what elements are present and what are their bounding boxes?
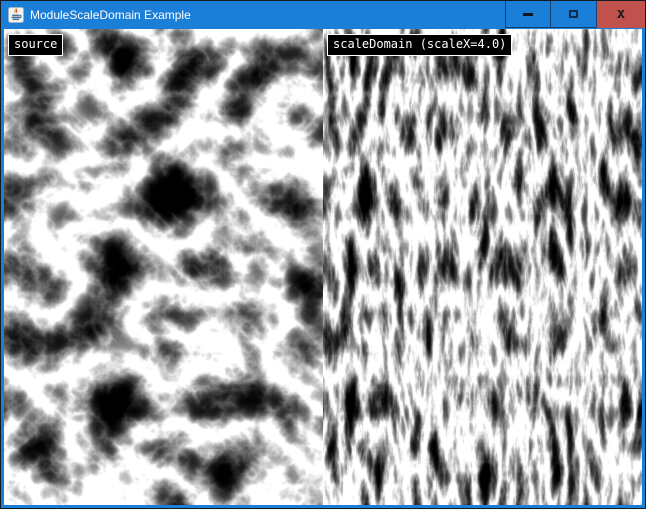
source-panel: source — [4, 29, 323, 505]
window-controls: x — [505, 1, 645, 28]
window-title: ModuleScaleDomain Example — [30, 8, 505, 22]
scaledomain-label: scaleDomain (scaleX=4.0) — [327, 34, 512, 56]
scaledomain-panel: scaleDomain (scaleX=4.0) — [323, 29, 642, 505]
minimize-icon — [523, 13, 533, 16]
source-noise-image — [4, 29, 323, 505]
source-label: source — [8, 34, 63, 56]
scaledomain-noise-image — [323, 29, 642, 505]
maximize-button[interactable] — [551, 1, 597, 28]
close-button[interactable]: x — [597, 1, 645, 28]
java-coffee-cup-icon — [8, 7, 24, 23]
close-icon: x — [617, 7, 625, 21]
render-area: source scaleDomain (scaleX=4.0) — [4, 29, 642, 505]
minimize-button[interactable] — [505, 1, 551, 28]
app-window: ModuleScaleDomain Example x source scale… — [0, 0, 646, 509]
maximize-icon — [569, 10, 578, 18]
titlebar[interactable]: ModuleScaleDomain Example x — [1, 1, 645, 28]
